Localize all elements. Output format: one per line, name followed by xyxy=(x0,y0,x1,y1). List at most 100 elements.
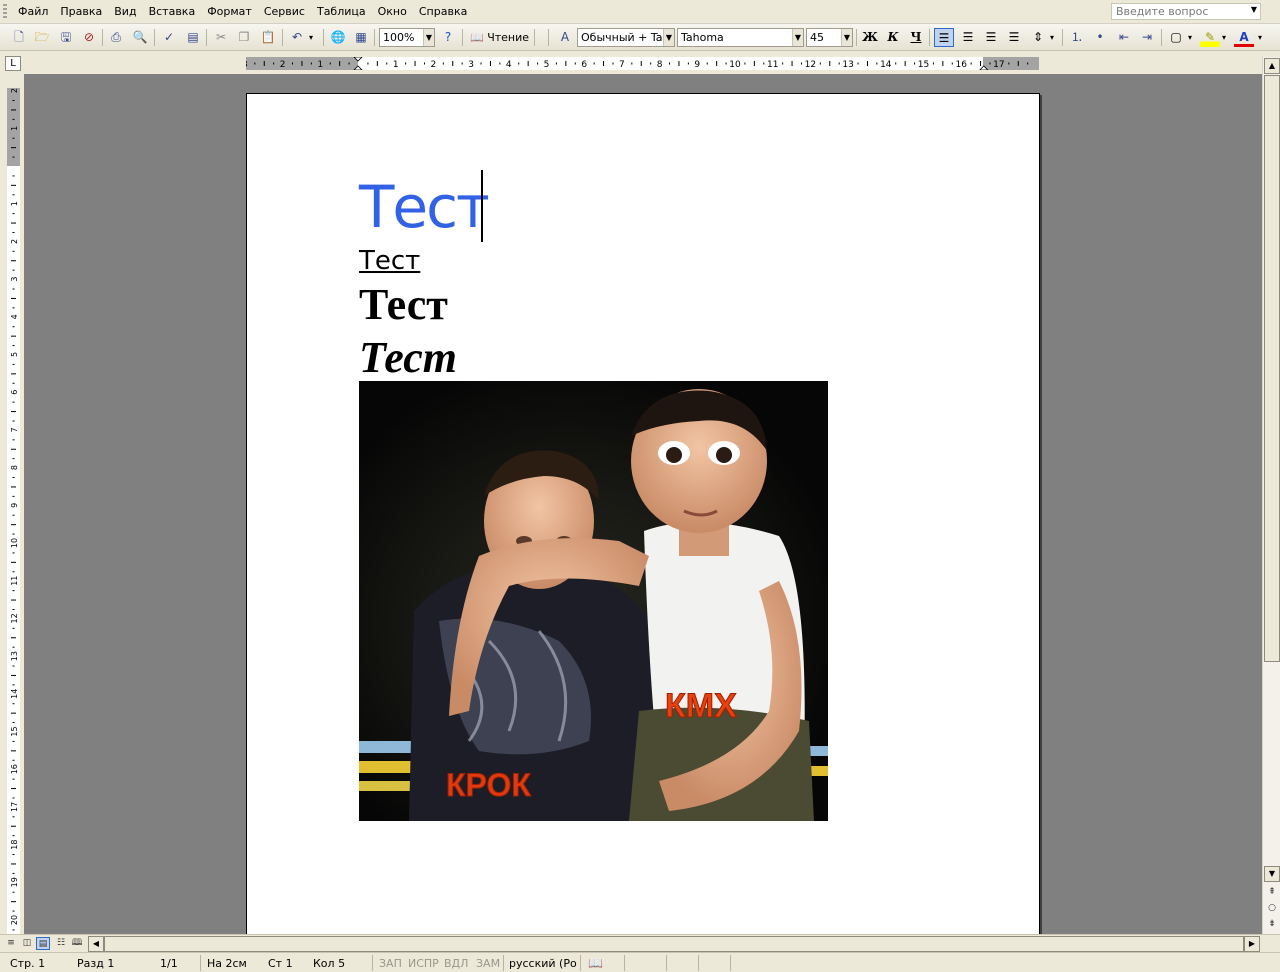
status-overtype[interactable]: ЗАМ xyxy=(476,956,500,971)
menu-tools[interactable]: Сервис xyxy=(258,5,311,18)
menu-edit[interactable]: Правка xyxy=(54,5,108,18)
vertical-ruler-tick xyxy=(12,288,15,290)
underlined-line[interactable]: Тест xyxy=(359,244,420,278)
vertical-ruler-tick xyxy=(11,825,16,827)
bold-line[interactable]: Тест xyxy=(359,279,448,331)
chevron-down-icon[interactable]: ▼ xyxy=(663,29,674,46)
styles-icon[interactable]: A xyxy=(555,28,575,47)
vertical-ruler-tick xyxy=(12,194,15,196)
reading-layout-button[interactable]: 📖 Чтение xyxy=(467,28,531,47)
font-combo[interactable]: Tahoma ▼ xyxy=(677,28,804,47)
inserted-photo[interactable]: КМХ КРОК xyxy=(359,381,828,821)
vertical-ruler-label: 1 xyxy=(10,126,19,131)
document-page[interactable]: Тест Тест Тест Тест КМХ КРОК xyxy=(246,93,1040,934)
chevron-down-icon[interactable]: ▾ xyxy=(1046,28,1058,47)
paste-icon[interactable]: 📋 xyxy=(258,28,278,47)
menu-grip[interactable] xyxy=(3,4,7,20)
menu-file[interactable]: Файл xyxy=(12,5,54,18)
scroll-down-icon[interactable]: ▼ xyxy=(1264,866,1280,882)
decrease-indent-icon[interactable]: ⇤ xyxy=(1114,28,1134,47)
toolbar-separator xyxy=(323,29,324,46)
bold-italic-line[interactable]: Тест xyxy=(359,332,457,384)
chevron-down-icon[interactable]: ▾ xyxy=(1184,28,1196,47)
chevron-down-icon[interactable]: ▾ xyxy=(305,28,317,47)
undo-icon[interactable]: ↶ xyxy=(287,28,307,47)
horizontal-scroll-thumb[interactable] xyxy=(104,936,1244,952)
document-canvas[interactable]: Тест Тест Тест Тест КМХ КРОК xyxy=(24,74,1262,934)
zoom-combo[interactable]: 100% ▼ xyxy=(379,28,435,47)
justify-icon[interactable]: ☰ xyxy=(1004,28,1024,47)
hyperlink-icon[interactable]: 🌐 xyxy=(328,28,348,47)
cut-icon[interactable]: ✂ xyxy=(211,28,231,47)
vertical-ruler-tick xyxy=(12,156,15,158)
vertical-scroll-thumb[interactable] xyxy=(1264,75,1280,662)
ruler-tick xyxy=(405,62,407,65)
bullets-icon[interactable]: • xyxy=(1090,28,1110,47)
scroll-left-icon[interactable]: ◀ xyxy=(88,936,104,952)
photo-caption-right: КМХ xyxy=(665,687,737,725)
status-language[interactable]: русский (Ро xyxy=(509,956,577,971)
save-icon[interactable]: 🖫 xyxy=(56,28,76,47)
web-layout-icon[interactable]: ◫ xyxy=(20,937,34,950)
status-extend[interactable]: ВДЛ xyxy=(444,956,468,971)
font-color-icon[interactable]: A xyxy=(1234,28,1254,47)
print-icon[interactable]: ⎙ xyxy=(106,28,126,47)
previous-page-icon[interactable]: ⇞ xyxy=(1267,886,1277,898)
normal-view-icon[interactable]: ≡ xyxy=(4,937,18,950)
align-left-icon[interactable]: ☰ xyxy=(934,28,954,47)
menu-table[interactable]: Таблица xyxy=(311,5,372,18)
bold-button[interactable]: Ж xyxy=(860,28,880,47)
new-icon[interactable]: 🗋 xyxy=(9,28,29,47)
vertical-ruler[interactable]: 2 1 1 2 3 4 5 6 7 8 9 10 11 12 13 14 15 16 17 18 19 20 xyxy=(7,88,20,934)
italic-button[interactable]: К xyxy=(883,28,903,47)
table-icon[interactable]: ▦ xyxy=(351,28,371,47)
chevron-down-icon[interactable]: ▼ xyxy=(1251,5,1257,14)
reading-view-icon[interactable]: 🕮 xyxy=(70,937,84,950)
menu-insert[interactable]: Вставка xyxy=(143,5,202,18)
select-browse-object-icon[interactable]: ○ xyxy=(1267,902,1277,914)
menu-view[interactable]: Вид xyxy=(108,5,142,18)
chevron-down-icon[interactable]: ▾ xyxy=(1254,28,1266,47)
menu-window[interactable]: Окно xyxy=(372,5,413,18)
numbering-icon[interactable]: ⒈ xyxy=(1067,28,1087,47)
underline-button[interactable]: Ч xyxy=(906,28,926,47)
print-preview-icon[interactable]: 🔍 xyxy=(130,28,150,47)
ruler-tick xyxy=(499,62,501,65)
tab-selector[interactable]: L xyxy=(5,56,21,71)
chevron-down-icon[interactable]: ▼ xyxy=(423,29,434,46)
increase-indent-icon[interactable]: ⇥ xyxy=(1137,28,1157,47)
chevron-down-icon[interactable]: ▼ xyxy=(841,29,852,46)
line-spacing-icon[interactable]: ⇕ xyxy=(1028,28,1048,47)
horizontal-ruler[interactable]: 3211234567891011121314151617 xyxy=(246,57,1039,70)
outline-view-icon[interactable]: ☷ xyxy=(54,937,68,950)
style-combo[interactable]: Обычный + Tah ▼ xyxy=(577,28,675,47)
spelling-icon[interactable]: ✓ xyxy=(159,28,179,47)
vertical-scrollbar[interactable]: ▲ ▼ ⇞ ○ ⇟ xyxy=(1262,57,1280,934)
font-size-combo[interactable]: 45 ▼ xyxy=(806,28,853,47)
menu-format[interactable]: Формат xyxy=(201,5,258,18)
status-record-macro[interactable]: ЗАП xyxy=(379,956,402,971)
align-right-icon[interactable]: ☰ xyxy=(981,28,1001,47)
ruler-label: 1 xyxy=(317,60,323,70)
status-column: Кол 5 xyxy=(313,957,346,970)
align-center-icon[interactable]: ☰ xyxy=(958,28,978,47)
scroll-right-icon[interactable]: ▶ xyxy=(1244,936,1260,952)
chevron-down-icon[interactable]: ▾ xyxy=(1218,28,1230,47)
border-icon[interactable]: ▢ xyxy=(1166,28,1186,47)
scroll-up-icon[interactable]: ▲ xyxy=(1264,58,1280,74)
help-icon[interactable]: ? xyxy=(438,28,458,47)
open-icon[interactable]: 🗁 xyxy=(32,28,52,47)
heading-line-blue[interactable]: Тест xyxy=(359,172,490,242)
menu-help[interactable]: Справка xyxy=(413,5,473,18)
spelling-status-icon[interactable]: 📖 xyxy=(588,956,603,971)
research-icon[interactable]: ▤ xyxy=(183,28,203,47)
copy-icon[interactable]: ❐ xyxy=(234,28,254,47)
print-layout-icon[interactable]: ▤ xyxy=(36,937,50,950)
help-search-input[interactable]: Введите вопрос ▼ xyxy=(1111,3,1261,20)
status-track-changes[interactable]: ИСПР xyxy=(408,956,439,971)
next-page-icon[interactable]: ⇟ xyxy=(1267,918,1277,930)
horizontal-scrollbar[interactable]: ◀ ▶ xyxy=(88,936,1260,952)
highlight-icon[interactable]: ✎ xyxy=(1200,28,1220,47)
chevron-down-icon[interactable]: ▼ xyxy=(792,29,803,46)
permission-icon[interactable]: ⊘ xyxy=(79,28,99,47)
